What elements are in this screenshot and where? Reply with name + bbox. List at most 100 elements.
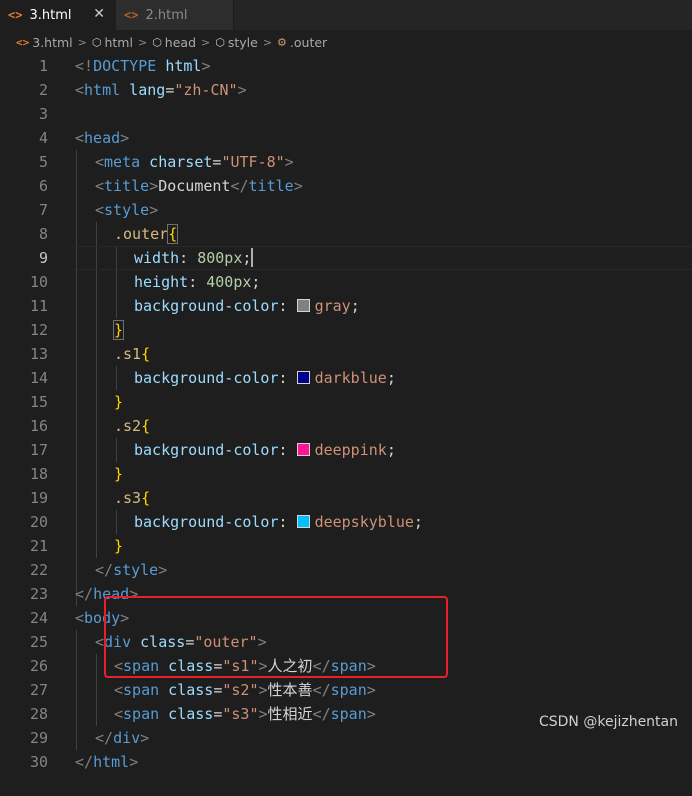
code-text: </style> (95, 558, 167, 582)
code-text: .s1{ (114, 342, 150, 366)
line-number: 14 (29, 369, 48, 387)
token: <! (75, 57, 94, 75)
token: ; (413, 513, 423, 531)
breadcrumb: <> 3.html > ⬡ html > ⬡ head > ⬡ style > … (0, 30, 692, 54)
code-line: 5 <meta charset="UTF-8"> (0, 150, 692, 174)
token: deeppink (314, 441, 387, 459)
token: 800px (197, 249, 243, 267)
html-file-icon: <> (8, 8, 23, 22)
breadcrumb-item-html[interactable]: ⬡ html (92, 35, 133, 50)
code-text: .outer{ (114, 222, 179, 246)
token: < (95, 633, 105, 651)
breadcrumb-label: .outer (289, 34, 328, 50)
line-number: 2 (38, 81, 48, 99)
close-icon[interactable]: ✕ (93, 6, 105, 22)
token: </ (312, 681, 331, 699)
line-number: 9 (38, 249, 48, 267)
token: background-color (134, 369, 279, 387)
token: .s1 (114, 345, 142, 363)
code-text: .s2{ (114, 414, 150, 438)
code-line: 27 <span class="s2">性本善</span> (0, 678, 692, 702)
token: { (141, 489, 151, 507)
code-line-current: 9 width: 800px; (0, 246, 692, 270)
token: height (134, 273, 189, 291)
code-text: <html lang="zh-CN"> (75, 78, 247, 102)
token: html (93, 753, 130, 771)
line-number: 22 (29, 561, 48, 579)
code-line: 6 <title>Document</title> (0, 174, 692, 198)
code-text: width: 800px; (134, 246, 254, 270)
token: Document (158, 177, 231, 195)
tab-label: 3.html (29, 7, 72, 23)
line-number: 1 (38, 57, 48, 75)
css-selector-icon: ⚙ (277, 35, 287, 49)
code-text: <span class="s3">性相近</span> (114, 702, 376, 726)
token: span (330, 705, 367, 723)
token: "s3" (222, 705, 259, 723)
code-line: 17 background-color: deeppink; (0, 438, 692, 462)
token: > (258, 681, 268, 699)
tab-3-html[interactable]: <> 3.html ✕ (0, 0, 116, 30)
token: lang (120, 81, 166, 99)
code-text: } (112, 318, 125, 342)
line-number: 15 (29, 393, 48, 411)
token: } (114, 465, 124, 483)
code-line: 15 } (0, 390, 692, 414)
color-swatch-gray[interactable] (296, 299, 310, 312)
token: background-color (134, 513, 279, 531)
token: style (104, 201, 150, 219)
token: > (293, 177, 303, 195)
code-text: background-color: gray; (134, 294, 360, 318)
token: = (165, 81, 175, 99)
token: : (278, 369, 297, 387)
chevron-right-icon: > (137, 35, 148, 49)
breadcrumb-item-file[interactable]: <> 3.html (16, 35, 73, 50)
breadcrumb-item-style[interactable]: ⬡ style (215, 35, 258, 50)
line-number: 20 (29, 513, 48, 531)
token: width (134, 249, 180, 267)
token: > (366, 705, 376, 723)
tab-2-html[interactable]: <> 2.html (116, 0, 234, 30)
breadcrumb-item-head[interactable]: ⬡ head (152, 35, 196, 50)
code-text: <!DOCTYPE html> (75, 54, 210, 78)
code-line: 19 .s3{ (0, 486, 692, 510)
token: > (149, 201, 159, 219)
code-text: <head> (75, 126, 129, 150)
html-file-icon: <> (16, 35, 30, 49)
token: title (104, 177, 150, 195)
token: 性本善 (267, 681, 313, 699)
color-swatch-darkblue[interactable] (296, 371, 310, 384)
code-editor[interactable]: 1 <!DOCTYPE html> 2 <html lang="zh-CN"> … (0, 54, 692, 796)
editor-tab-bar: <> 3.html ✕ <> 2.html (0, 0, 692, 30)
token: DOCTYPE (93, 57, 157, 75)
line-number: 25 (29, 633, 48, 651)
token: </ (312, 705, 331, 723)
breadcrumb-label: style (227, 34, 258, 50)
line-number: 4 (38, 129, 48, 147)
breadcrumb-item-outer[interactable]: ⚙ .outer (277, 35, 327, 50)
token: ; (242, 249, 252, 267)
code-line: 22 </style> (0, 558, 692, 582)
line-number: 19 (29, 489, 48, 507)
highlight-annotation-box (104, 596, 448, 678)
line-number: 5 (38, 153, 48, 171)
color-swatch-deepskyblue[interactable] (296, 515, 310, 528)
line-number: 6 (38, 177, 48, 195)
token: span (330, 681, 367, 699)
token: : (278, 297, 297, 315)
token: </ (95, 729, 114, 747)
token: < (114, 705, 124, 723)
code-text: <span class="s2">性本善</span> (114, 678, 376, 702)
code-line: 20 background-color: deepskyblue; (0, 510, 692, 534)
color-swatch-deeppink[interactable] (296, 443, 310, 456)
token: 性相近 (267, 705, 313, 723)
code-line: 18 } (0, 462, 692, 486)
code-text: .s3{ (114, 486, 150, 510)
token: charset (140, 153, 213, 171)
token: deepskyblue (314, 513, 414, 531)
token: < (75, 81, 85, 99)
token: gray (314, 297, 351, 315)
token: > (129, 753, 139, 771)
token: < (114, 681, 124, 699)
